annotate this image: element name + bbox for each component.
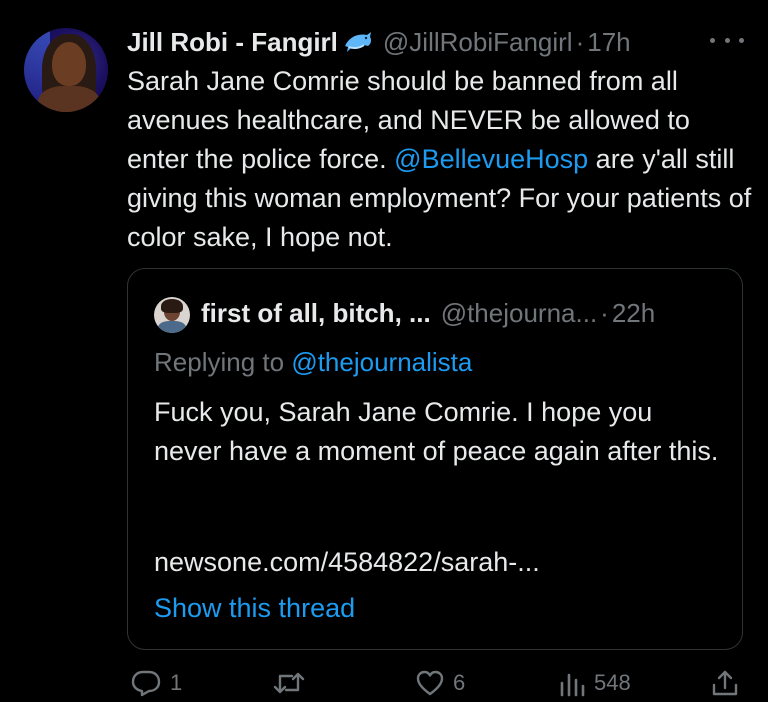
replying-to: Replying to @thejournalista <box>154 347 472 378</box>
dolphin-icon <box>343 29 373 55</box>
reply-icon <box>130 669 162 697</box>
tweet-timestamp[interactable]: 17h <box>587 27 630 58</box>
tweet-actions: 1 6 548 <box>0 665 768 702</box>
views-button[interactable]: 548 <box>558 669 631 697</box>
quoted-tweet-link[interactable]: newsone.com/4584822/sarah-... <box>154 547 540 578</box>
tweet-text: Sarah Jane Comrie should be banned from … <box>127 62 752 257</box>
quoted-tweet-timestamp[interactable]: 22h <box>612 298 655 329</box>
quoted-tweet-text: Fuck you, Sarah Jane Comrie. I hope you … <box>154 397 719 466</box>
like-count: 6 <box>453 670 466 695</box>
author-handle[interactable]: @JillRobiFangirl <box>383 27 573 58</box>
reply-count: 1 <box>170 670 183 695</box>
quoted-tweet[interactable]: first of all, bitch, ... @thejourna... ·… <box>127 268 743 650</box>
show-thread-link[interactable]: Show this thread <box>154 593 355 624</box>
share-icon <box>710 668 740 698</box>
header-separator: · <box>575 26 585 57</box>
author-name[interactable]: Jill Robi - Fangirl <box>127 27 338 58</box>
quoted-author-name[interactable]: first of all, bitch, ... <box>201 298 431 329</box>
quoted-author-handle[interactable]: @thejourna... <box>441 298 597 329</box>
reply-button[interactable]: 1 <box>130 669 182 697</box>
views-icon <box>558 669 586 697</box>
retweet-icon <box>272 669 306 697</box>
mention-link[interactable]: @BellevueHosp <box>394 144 588 174</box>
quoted-header-separator: · <box>600 297 609 328</box>
quoted-author-avatar[interactable] <box>154 297 190 333</box>
tweet-header: Jill Robi - Fangirl @JillRobiFangirl · 1… <box>127 24 631 60</box>
more-options-icon[interactable] <box>710 30 744 50</box>
views-count: 548 <box>594 670 631 695</box>
quoted-tweet-header: first of all, bitch, ... @thejourna... ·… <box>201 295 655 331</box>
like-button[interactable]: 6 <box>415 669 465 697</box>
tweet[interactable]: Jill Robi - Fangirl @JillRobiFangirl · 1… <box>0 0 768 702</box>
retweet-button[interactable] <box>272 669 306 697</box>
share-button[interactable] <box>710 669 740 697</box>
replying-to-prefix: Replying to <box>154 347 285 377</box>
replying-to-mention[interactable]: @thejournalista <box>291 347 472 377</box>
author-avatar[interactable] <box>24 28 108 112</box>
heart-icon <box>415 669 445 697</box>
